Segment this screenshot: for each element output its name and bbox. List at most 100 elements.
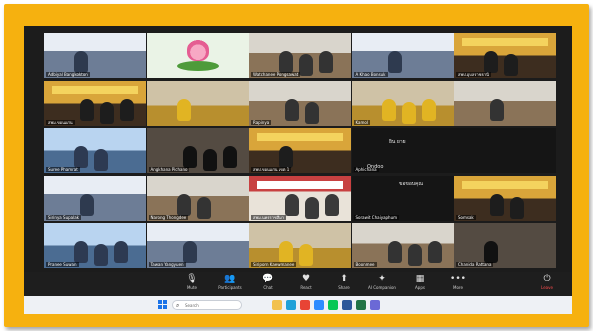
more-icon: ••• <box>450 274 466 284</box>
toolbar-label: More <box>453 285 463 290</box>
participant-person <box>381 98 396 121</box>
chrome-icon[interactable] <box>300 300 310 310</box>
excel-app-icon[interactable] <box>356 300 366 310</box>
apps-button[interactable]: ▦ Apps <box>402 274 438 294</box>
participant-video-tile[interactable]: Watchanee Pongsawat <box>249 33 351 78</box>
chat-button[interactable]: 💬 Chat <box>250 274 286 294</box>
reactions-icon: ♥ <box>301 274 311 284</box>
backdrop-banner <box>257 180 343 189</box>
toolbar-label: React <box>300 285 312 290</box>
participant-video-tile[interactable]: Adbiyal Bangkokton <box>44 33 146 78</box>
caption-text: Ondoo <box>367 164 384 170</box>
participant-video-tile[interactable] <box>454 80 556 126</box>
line-app-icon[interactable] <box>328 300 338 310</box>
participant-person <box>182 241 197 263</box>
participant-person <box>510 196 524 219</box>
participant-video-tile[interactable]: Somsak <box>454 175 556 221</box>
chat-icon: 💬 <box>262 274 274 284</box>
toolbar-label: Participants <box>218 285 242 290</box>
participant-person <box>299 54 313 76</box>
participant-person <box>279 146 293 168</box>
participant-video-tile[interactable]: Tawan Yangyuen <box>146 223 249 268</box>
participant-person <box>421 98 436 121</box>
participant-video-tile[interactable]: สพป.อุบลราชธานี <box>454 33 556 78</box>
participant-name-label: Rapinya <box>251 119 272 125</box>
taskbar-search-input[interactable]: ⌕ Search <box>172 300 242 310</box>
store-app-icon[interactable] <box>370 300 380 310</box>
participant-person <box>387 241 402 263</box>
participant-video-tile[interactable]: A Khao Bonsuk <box>351 33 454 78</box>
caption-text: ขอขอบคุณ <box>399 181 423 187</box>
participant-person <box>94 149 108 171</box>
participant-person <box>114 241 128 263</box>
participant-video-tile[interactable]: Sirinya Supalak <box>44 175 146 221</box>
participant-person <box>427 241 442 263</box>
participant-video-tile[interactable]: สพม.นครราชสีมา <box>249 175 351 221</box>
participant-name-label: Kamol <box>353 119 370 125</box>
participant-video-tile[interactable]: Siriporn Kaewmanee <box>249 223 351 268</box>
search-icon: ⌕ <box>176 302 180 309</box>
ai-companion-icon: ✦ <box>378 274 386 284</box>
participant-video-tile[interactable] <box>146 33 249 78</box>
participant-person <box>407 244 422 266</box>
participant-person <box>490 193 504 216</box>
edge-browser-icon[interactable] <box>286 300 296 310</box>
zoom-app-icon[interactable] <box>314 300 324 310</box>
participant-person <box>484 51 498 73</box>
windows-start-icon[interactable] <box>158 300 168 310</box>
reactions-button[interactable]: ♥ React <box>288 274 324 294</box>
windows-taskbar: ⌕ Search <box>24 296 572 314</box>
participant-person <box>504 54 518 76</box>
participant-name-label: Suree Phamrat <box>46 167 80 172</box>
participant-person <box>279 241 293 263</box>
more-button[interactable]: ••• More <box>440 274 476 294</box>
video-gallery-grid: Adbiyal Bangkokton Watchanee Pongsawat A K… <box>44 33 556 268</box>
meeting-controls-toolbar: 🎙 Mute 👥 Participants 💬 Chat ♥ React ⬆ Share ✦ AI C… <box>24 272 572 296</box>
participant-name-label: Sirinya Supalak <box>46 214 81 220</box>
participant-name-label: สพม.นครราชสีมา <box>251 214 286 220</box>
participant-person <box>80 193 94 216</box>
participant-name-label: สพม.ขอนแก่น <box>46 119 75 125</box>
participant-person <box>120 98 134 121</box>
participants-icon: 👥 <box>224 274 236 284</box>
participant-video-tile[interactable] <box>146 80 249 126</box>
leave-label: Leave <box>541 285 553 290</box>
participant-video-tile[interactable]: Chanida Rattana <box>454 223 556 268</box>
ai-companion-button[interactable]: ✦ AI Companion <box>364 274 400 294</box>
toolbar-label: AI Companion <box>368 285 396 290</box>
participant-person <box>196 196 211 219</box>
participant-person <box>176 193 191 216</box>
mic-button[interactable]: 🎙 Mute <box>174 274 210 294</box>
participant-video-tile[interactable] <box>454 128 556 173</box>
participant-video-tile[interactable]: สพม.ขอนแก่น <box>44 80 146 126</box>
participant-video-tile[interactable]: Pranee Suwan <box>44 223 146 268</box>
participant-name-label: สพป.ขอนแก่น เขต 1 <box>251 167 292 172</box>
toolbar-label: Share <box>338 285 350 290</box>
leave-meeting-button[interactable]: ⏻ Leave <box>529 274 565 294</box>
file-explorer-icon[interactable] <box>272 300 282 310</box>
participant-video-tile[interactable]: Boonmee <box>351 223 454 268</box>
toolbar-label: Chat <box>263 285 273 290</box>
participant-person <box>74 146 88 168</box>
participant-person <box>74 241 88 263</box>
participant-name-label: Angkhana Pichano <box>148 167 190 172</box>
search-placeholder: Search <box>185 303 199 308</box>
participants-button[interactable]: 👥 Participants <box>212 274 248 294</box>
participant-person <box>305 101 319 124</box>
exit-icon: ⏻ <box>543 274 551 284</box>
video-feed <box>454 128 556 173</box>
share-icon: ⬆ <box>340 274 348 284</box>
participant-video-tile[interactable]: Narong Thongdee <box>146 175 249 221</box>
participant-name-label: Tawan Yangyuen <box>148 262 186 267</box>
participant-person <box>202 149 217 171</box>
participant-person <box>222 146 237 168</box>
participant-video-tile[interactable]: สพป.ขอนแก่น เขต 1 <box>249 128 351 173</box>
participant-video-tile[interactable]: Rapinya <box>249 80 351 126</box>
share-button[interactable]: ⬆ Share <box>326 274 362 294</box>
participant-video-tile[interactable]: Kamol <box>351 80 454 126</box>
participant-person <box>94 244 108 266</box>
word-app-icon[interactable] <box>342 300 352 310</box>
participant-name-label: Adbiyal Bangkokton <box>46 72 90 77</box>
participant-video-tile[interactable]: Suree Phamrat <box>44 128 146 173</box>
participant-video-tile[interactable]: Angkhana Pichano <box>146 128 249 173</box>
